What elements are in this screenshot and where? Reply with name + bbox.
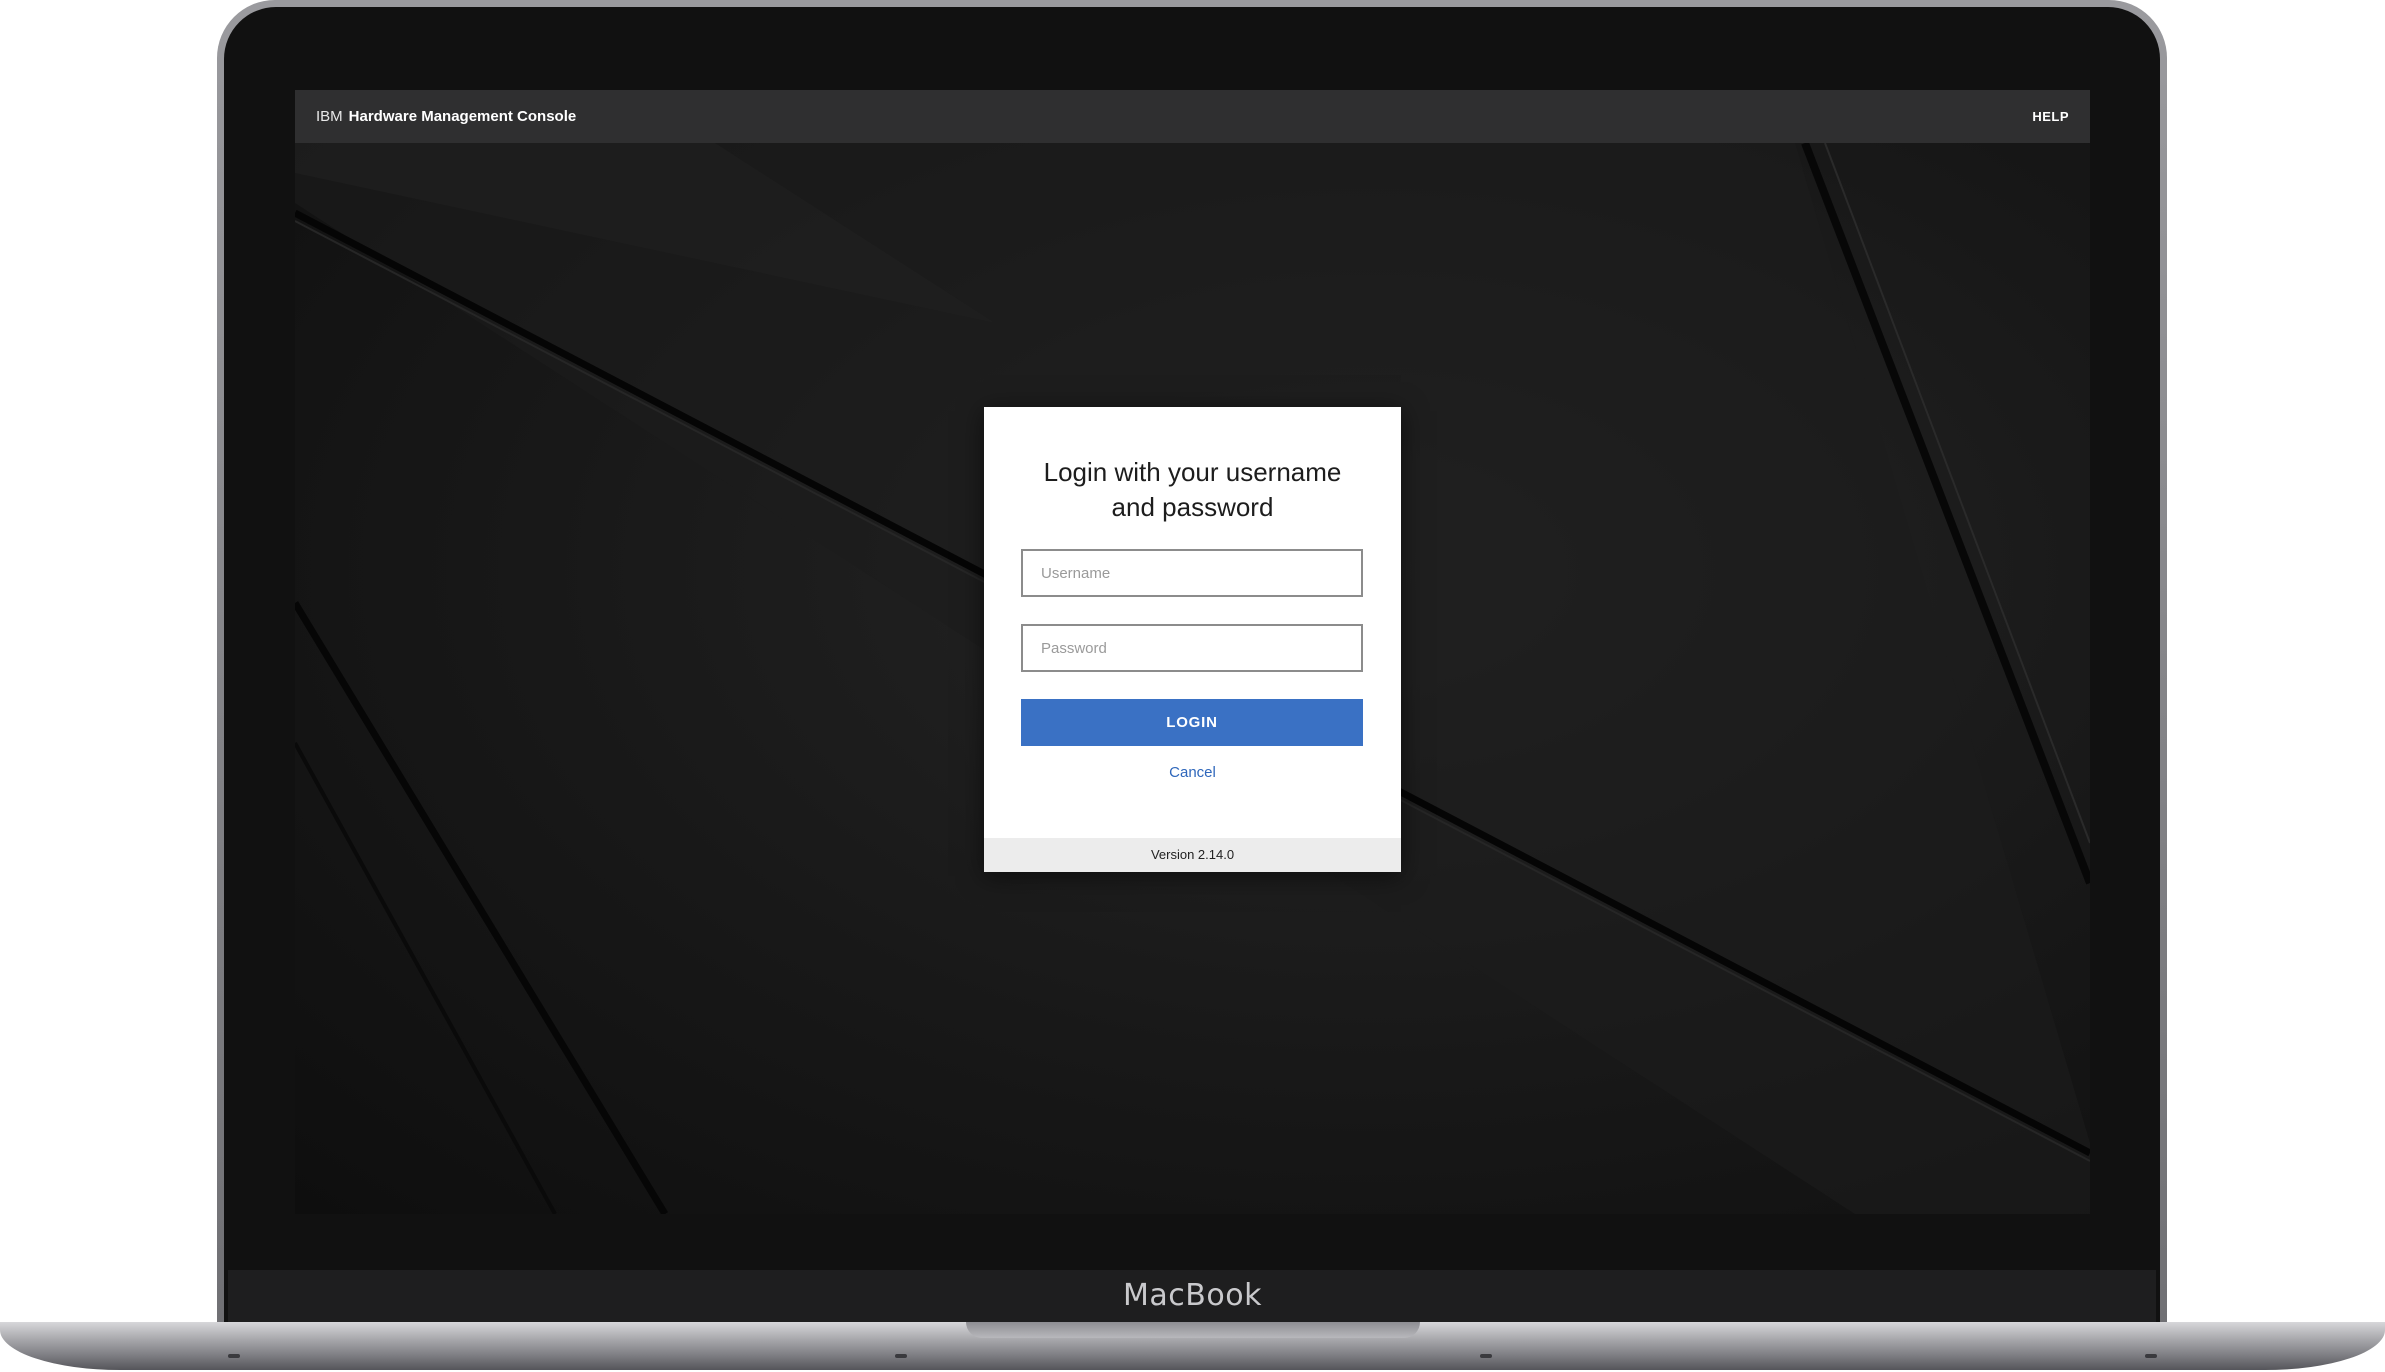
device-brand-label: MacBook	[1123, 1278, 1262, 1313]
login-title-line1: Login with your username	[1043, 457, 1342, 487]
version-footer: Version 2.14.0	[984, 838, 1401, 872]
app-name: Hardware Management Console	[348, 108, 577, 125]
login-button[interactable]: LOGIN	[1021, 699, 1363, 746]
login-title: Login with your username and password	[984, 455, 1401, 525]
login-dialog: Login with your username and password LO…	[984, 407, 1401, 872]
brand-name: IBM	[316, 108, 343, 125]
laptop-mockup: MacBook IBM Hardware Management Console …	[0, 0, 2385, 1372]
laptop-notch	[966, 1322, 1420, 1338]
username-input[interactable]	[1021, 549, 1363, 597]
screen: IBM Hardware Management Console HELP Log…	[295, 90, 2090, 1214]
app-header: IBM Hardware Management Console HELP	[295, 90, 2090, 143]
help-link[interactable]: HELP	[2032, 109, 2069, 124]
cancel-link[interactable]: Cancel	[984, 764, 1401, 781]
laptop-foot	[2145, 1354, 2157, 1358]
app-title: IBM Hardware Management Console	[316, 108, 576, 125]
laptop-foot	[895, 1354, 907, 1358]
version-label: Version 2.14.0	[1150, 847, 1235, 862]
password-input[interactable]	[1021, 624, 1363, 672]
laptop-foot	[1480, 1354, 1492, 1358]
login-title-line2: and password	[1111, 492, 1274, 522]
laptop-foot	[228, 1354, 240, 1358]
